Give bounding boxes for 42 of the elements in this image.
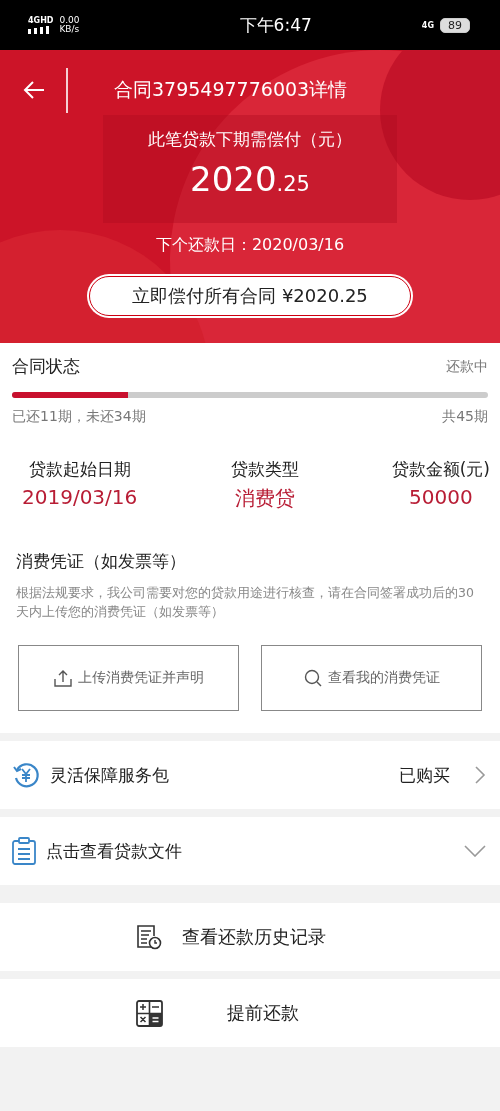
info-value: 50000 [409,485,473,509]
info-value: 2019/03/16 [22,485,138,509]
info-value: 消费贷 [234,485,295,512]
section-title: 消费凭证（如发票等） [16,550,187,573]
page-title: 合同3795497776003详情 [114,77,348,102]
documents-row[interactable]: 点击查看贷款文件 [0,817,500,885]
service-row[interactable]: 灵活保障服务包 已购买 [0,741,500,809]
progress-text: 已还11期，未还34期 [12,408,146,426]
status-label: 还款中 [446,357,488,376]
info-label: 贷款金额(元) [391,458,490,481]
row-value: 已购买 [399,763,450,787]
total-periods: 共45期 [442,408,488,426]
pay-all-button[interactable]: 立即偿付所有合同 ¥2020.25 [89,276,411,316]
description-text: 根据法规要求，我公司需要对您的贷款用途进行核查，请在合同签署成功后的30 天内上传您的消费凭证（如发票等） [16,584,475,621]
due-amount-decimal: .25 [276,172,310,196]
prepay-button[interactable]: 提前还款 [0,979,500,1047]
calculator-icon [136,999,163,1027]
clock: 下午6:47 [239,13,312,37]
info-label: 贷款起始日期 [28,458,131,481]
info-label: 贷款类型 [230,458,299,481]
speed-unit: KB/s [59,25,80,34]
row-label: 灵活保障服务包 [50,763,169,787]
due-label: 此笔贷款下期需偿付（元） [148,128,352,151]
search-icon [303,669,322,687]
view-button[interactable]: 查看我的消费凭证 [261,645,482,711]
network-label: 4GHD [28,16,54,25]
back-icon[interactable] [22,80,46,100]
network-speed: 0.00 [59,16,80,25]
battery-level: 89 [440,17,470,33]
clipboard-icon [12,837,36,865]
section-title: 合同状态 [12,355,80,378]
row-label: 点击查看贷款文件 [46,839,182,863]
next-due-date: 下个还款日：2020/03/16 [155,235,345,256]
refresh-yen-icon [12,761,40,789]
signal-icon [28,26,52,34]
upload-icon [53,669,72,687]
due-amount: 2020 [190,159,277,199]
history-button[interactable]: 查看还款历史记录 [0,903,500,971]
document-clock-icon [136,924,162,950]
chevron-right-icon [474,765,486,785]
upload-button[interactable]: 上传消费凭证并声明 [18,645,239,711]
network-label: 4G [421,20,434,30]
